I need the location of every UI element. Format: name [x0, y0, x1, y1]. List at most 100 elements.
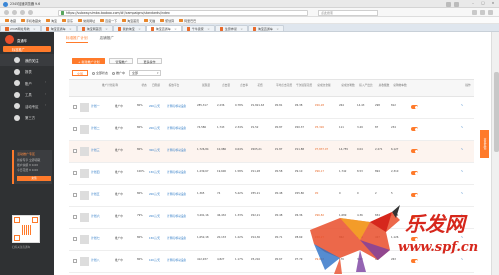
column-header[interactable]: 花费	[251, 83, 269, 88]
bookmark-item[interactable]: 手机收藏夹	[21, 19, 41, 23]
bookmark-item[interactable]: 京东	[62, 19, 73, 23]
row-toggle[interactable]	[411, 149, 418, 153]
plan-name-link[interactable]: 计划八	[91, 258, 100, 262]
column-header[interactable]: 日限额	[147, 83, 165, 88]
column-header[interactable]: 投放平台	[165, 83, 183, 88]
user-icon[interactable]	[488, 9, 493, 15]
column-header[interactable]: 总成交笔数	[339, 83, 357, 88]
table-row[interactable]: 计划一 推广中 80% 200元/天 计算机/移动设备 285,317 2,236 0.78%…	[69, 97, 474, 119]
column-header[interactable]: 千次展现花费	[295, 83, 313, 88]
extension-icon[interactable]	[472, 9, 477, 15]
row-checkbox[interactable]	[73, 259, 77, 263]
new-plan-button[interactable]: + 新建推广计划	[72, 58, 106, 64]
column-header[interactable]: 展现量	[197, 83, 215, 88]
cell-budget[interactable]: 150元/天	[149, 236, 160, 240]
tab-close-icon[interactable]: ×	[276, 27, 279, 31]
sidebar-item[interactable]: 报表	[0, 66, 54, 78]
row-edit-link[interactable]: ✎	[461, 192, 463, 195]
recharge-button[interactable]: 充值	[17, 176, 51, 181]
cell-budget[interactable]: 200元/天	[149, 104, 160, 108]
row-toggle[interactable]	[411, 171, 418, 175]
skin-icon[interactable]	[446, 1, 451, 7]
cell-platform[interactable]: 计算机/移动设备	[167, 214, 186, 218]
browser-tab[interactable]: 生意参谋 ×	[214, 25, 248, 31]
sidebar-item[interactable]: 账户 ›	[0, 77, 54, 89]
table-row[interactable]: 计划四 推广中 100% 150元/天 计算机/移动设备 1,239,67 19,600 1.…	[69, 163, 474, 185]
row-checkbox[interactable]	[73, 237, 77, 241]
menu-icon[interactable]	[454, 1, 459, 7]
sidebar-item-standard-promo[interactable]: 标准推广	[3, 46, 51, 52]
cell-platform[interactable]: 计算机/移动设备	[167, 126, 186, 130]
bookmark-item[interactable]: 收藏	[5, 19, 16, 23]
maximize-icon[interactable]: □	[480, 1, 486, 5]
download-icon[interactable]	[480, 9, 485, 15]
tab-close-icon[interactable]: ×	[240, 27, 243, 31]
address-bar[interactable]: https://subway.simba.taobao.com/#!/campa…	[58, 9, 308, 16]
plan-name-link[interactable]: 计划一	[91, 104, 100, 108]
row-checkbox[interactable]	[73, 105, 77, 109]
cell-budget[interactable]: 150元/天	[149, 170, 160, 174]
cell-platform[interactable]: 计算机/移动设备	[167, 236, 186, 240]
browser-search-input[interactable]: 点此搜索	[318, 9, 378, 16]
forward-icon[interactable]	[12, 10, 17, 15]
sidebar-item[interactable]: 活动专区 ›	[0, 100, 54, 112]
row-edit-link[interactable]: ✎	[461, 148, 463, 151]
bookmark-item[interactable]: 百度一下	[100, 19, 117, 23]
table-row[interactable]: 计划三 推广中 80% 300元/天 计算机/移动设备 1,726,84 10,986 0.6…	[69, 141, 474, 163]
plan-name-link[interactable]: 计划二	[91, 126, 100, 130]
row-checkbox[interactable]	[73, 127, 77, 131]
plan-name-link[interactable]: 计划五	[91, 192, 100, 196]
refresh-icon[interactable]	[20, 10, 25, 15]
plan-name-link[interactable]: 计划三	[91, 148, 100, 152]
filter-radio-2[interactable]: 推广中	[112, 71, 125, 75]
tab-shop-promo[interactable]: 店铺推广	[100, 35, 114, 43]
bookmark-item[interactable]: 淘宝首页	[122, 19, 139, 23]
table-row[interactable]: 计划二 推广中 80% 200元/天 计算机/移动设备 74,586 1,743 2.34% ¥…	[69, 119, 474, 141]
tab-close-icon[interactable]: ×	[105, 27, 108, 31]
cell-budget[interactable]: 100元/天	[149, 258, 160, 262]
column-header[interactable]: 平均点击花费	[275, 83, 293, 88]
browser-tab[interactable]: 淘宝直通车 ×	[145, 25, 182, 31]
browser-tab[interactable]: 2345网址导航 ×	[0, 25, 41, 31]
filter-radio-1[interactable]: 全部状态	[92, 71, 108, 75]
tab-standard-plans[interactable]: 标准推广计划	[66, 35, 88, 43]
tab-close-icon[interactable]: ×	[207, 27, 210, 31]
row-edit-link[interactable]: ✎	[461, 104, 463, 107]
cell-budget[interactable]: 200元/天	[149, 214, 160, 218]
bookmark-item[interactable]: 天猫	[144, 19, 155, 23]
brand[interactable]: 直通车	[5, 35, 49, 44]
feedback-button[interactable]: 意见反馈	[480, 130, 489, 158]
filter-select[interactable]: 全部 ▾	[129, 70, 162, 76]
sidebar-item[interactable]: 工具 ›	[0, 89, 54, 101]
column-header[interactable]: 总成交金额	[315, 83, 333, 88]
row-toggle[interactable]	[411, 127, 418, 131]
bookmark-item[interactable]: 常用网址	[78, 19, 95, 23]
cell-platform[interactable]: 计算机/移动设备	[167, 192, 186, 196]
close-icon[interactable]: ×	[490, 1, 496, 5]
scroll-thumb[interactable]	[493, 72, 499, 152]
sidebar-item[interactable]: 第三方	[0, 112, 54, 124]
browser-tab[interactable]: 淘宝直通车 ×	[40, 25, 77, 31]
cell-budget[interactable]: 200元/天	[149, 192, 160, 196]
browser-tab[interactable]: 千牛卖家 ×	[181, 25, 215, 31]
browser-tab[interactable]: 淘宝直通车 ×	[247, 25, 284, 31]
cell-budget[interactable]: 200元/天	[149, 126, 160, 130]
tab-close-icon[interactable]: ×	[33, 27, 36, 31]
bookmark-item[interactable]: 淘宝	[46, 19, 57, 23]
more-button[interactable]: 更多操作	[137, 58, 162, 64]
minimize-icon[interactable]: –	[470, 1, 476, 5]
column-header[interactable]: 投入产出比	[357, 83, 375, 88]
sidebar-item[interactable]: 我的关注	[0, 54, 54, 66]
row-checkbox[interactable]	[73, 149, 77, 153]
column-header[interactable]: 总购物车数	[391, 83, 409, 88]
plan-name-link[interactable]: 计划四	[91, 170, 100, 174]
cell-platform[interactable]: 计算机/移动设备	[167, 104, 186, 108]
home-icon[interactable]	[28, 10, 33, 15]
column-header[interactable]: 点击量	[217, 83, 235, 88]
column-header[interactable]: 推广计划名称	[91, 83, 129, 88]
tab-close-icon[interactable]: ×	[69, 27, 72, 31]
row-checkbox[interactable]	[73, 193, 77, 197]
column-header[interactable]: 操作	[459, 83, 477, 88]
cell-platform[interactable]: 计算机/移动设备	[167, 148, 186, 152]
cell-platform[interactable]: 计算机/移动设备	[167, 170, 186, 174]
